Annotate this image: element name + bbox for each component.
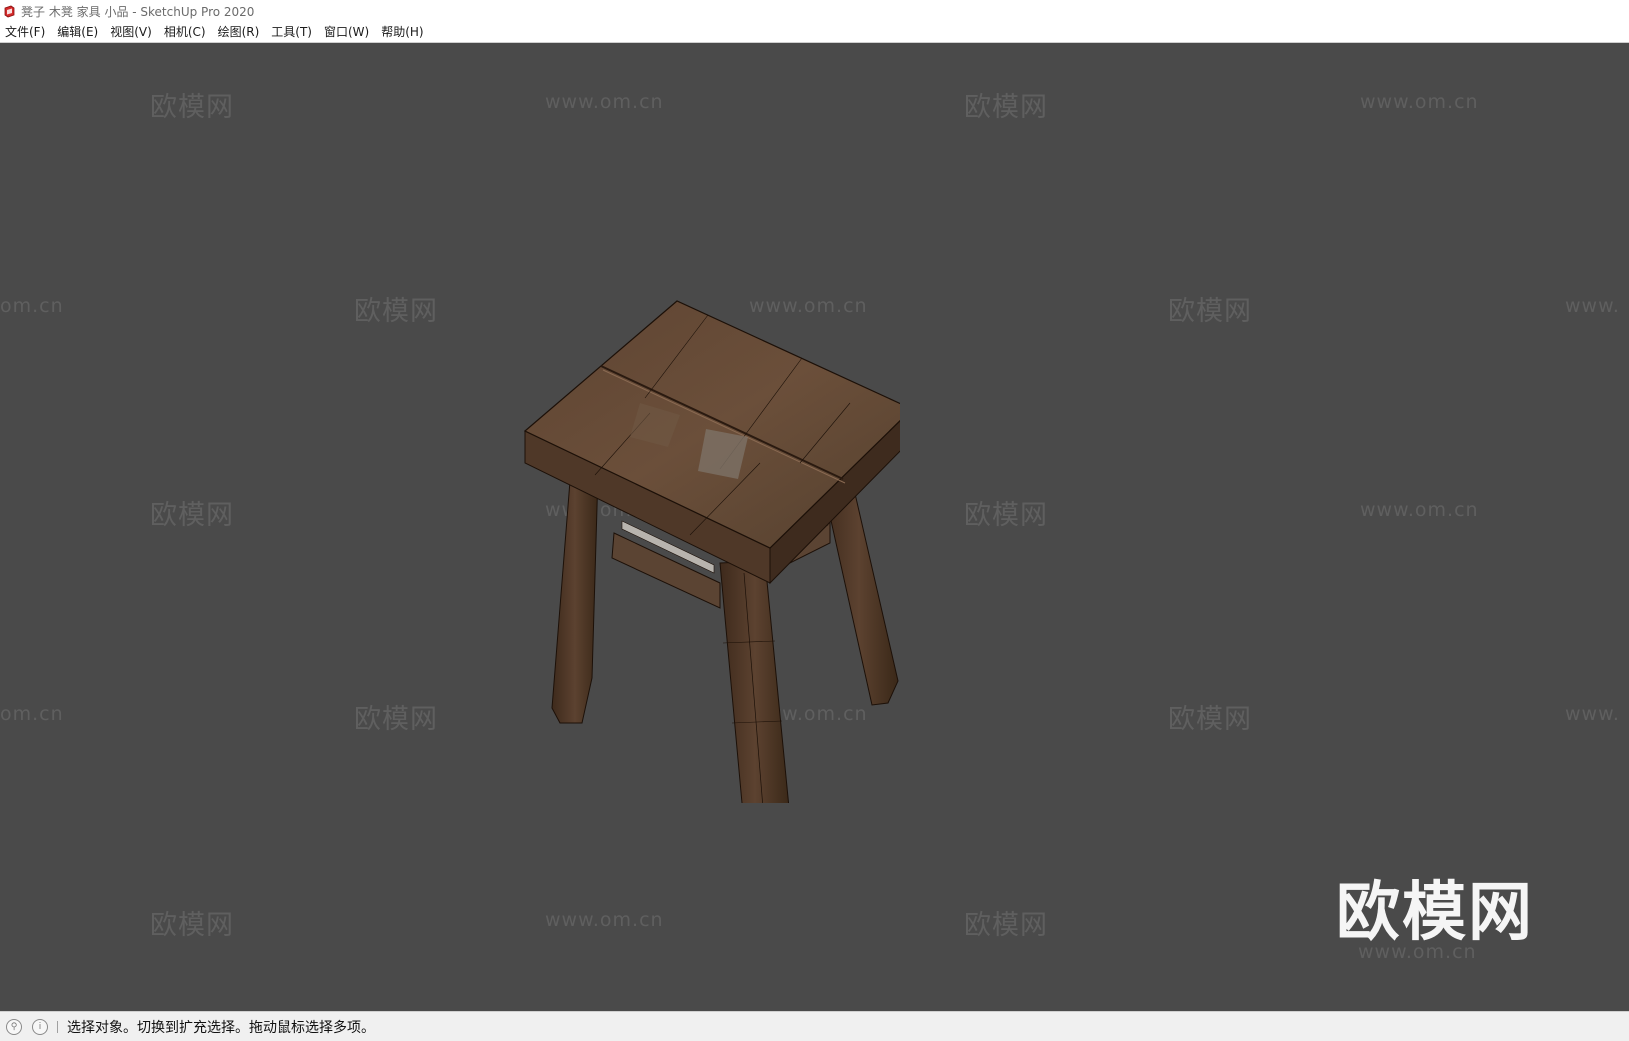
stool-leg-front [719, 560, 790, 803]
watermark-url: www.om.cn [545, 909, 664, 931]
watermark-url: om.cn [0, 295, 64, 317]
brand-logo: 欧模网 [1336, 876, 1534, 950]
stool-leg-back [551, 472, 599, 724]
menu-draw[interactable]: 绘图(R) [213, 22, 267, 42]
watermark-url: www. [1565, 295, 1620, 317]
watermark-logo: 欧模网 [1168, 296, 1252, 327]
watermark-logo: 欧模网 [964, 910, 1048, 941]
menu-tools[interactable]: 工具(T) [266, 22, 319, 42]
status-bar: ⚲ i 选择对象。切换到扩充选择。拖动鼠标选择多项。 [0, 1011, 1629, 1041]
brand-url: www.om.cn [1358, 941, 1477, 963]
watermark-url: www.om.cn [1360, 91, 1479, 113]
window-title: 凳子 木凳 家具 小品 - SketchUp Pro 2020 [21, 4, 255, 19]
watermark-logo: 欧模网 [354, 704, 438, 735]
status-divider [57, 1021, 58, 1033]
menu-view[interactable]: 视图(V) [105, 22, 159, 42]
watermark-url: www. [1565, 703, 1620, 725]
watermark-logo: 欧模网 [1168, 704, 1252, 735]
status-message: 选择对象。切换到扩充选择。拖动鼠标选择多项。 [67, 1020, 375, 1036]
info-icon[interactable]: i [32, 1019, 48, 1035]
watermark-logo: 欧模网 [150, 910, 234, 941]
watermark-logo: 欧模网 [964, 92, 1048, 123]
menu-edit[interactable]: 编辑(E) [52, 22, 105, 42]
watermark-logo: 欧模网 [150, 500, 234, 531]
watermark-logo: 欧模网 [150, 92, 234, 123]
geo-location-icon[interactable]: ⚲ [6, 1019, 22, 1035]
menu-camera[interactable]: 相机(C) [159, 22, 213, 42]
watermark-url: om.cn [0, 703, 64, 725]
model-viewport[interactable]: 欧模网 www.om.cn 欧模网 www.om.cn om.cn 欧模网 ww… [0, 43, 1629, 1011]
watermark-logo: 欧模网 [354, 296, 438, 327]
menu-window[interactable]: 窗口(W) [319, 22, 376, 42]
stool-model[interactable] [500, 243, 900, 803]
menu-help[interactable]: 帮助(H) [376, 22, 430, 42]
watermark-url: www.om.cn [545, 91, 664, 113]
watermark-logo: 欧模网 [964, 500, 1048, 531]
watermark-url: www.om.cn [1360, 499, 1479, 521]
menu-file[interactable]: 文件(F) [0, 22, 52, 42]
menu-bar: 文件(F) 编辑(E) 视图(V) 相机(C) 绘图(R) 工具(T) 窗口(W… [0, 22, 1629, 43]
sketchup-app-icon[interactable] [3, 5, 16, 18]
title-bar: 凳子 木凳 家具 小品 - SketchUp Pro 2020 [0, 0, 1629, 22]
sketchup-window: 凳子 木凳 家具 小品 - SketchUp Pro 2020 文件(F) 编辑… [0, 0, 1629, 1041]
